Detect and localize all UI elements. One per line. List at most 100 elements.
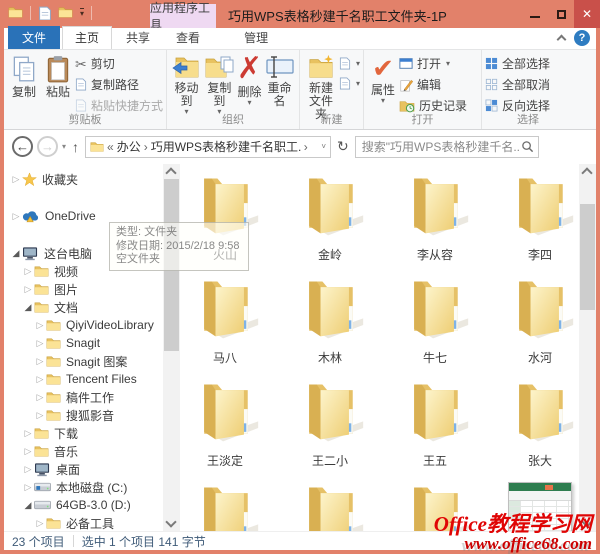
- cut-button[interactable]: ✂ 剪切: [75, 55, 163, 72]
- copy-path-icon: [75, 78, 87, 91]
- collapse-icon[interactable]: ◢: [10, 248, 22, 259]
- edit-button[interactable]: 编辑: [399, 76, 467, 93]
- move-to-button[interactable]: 移动到 ▾: [170, 52, 203, 116]
- back-button[interactable]: ←: [12, 136, 33, 157]
- sidebar-item-favorites[interactable]: ▷ 收藏夹: [4, 170, 163, 188]
- folder-item[interactable]: 张大: [492, 375, 577, 478]
- select-all-button[interactable]: 全部选择: [485, 55, 550, 72]
- sidebar-item-drive-d[interactable]: ◢ 64GB-3.0 (D:): [4, 496, 163, 514]
- folder-item[interactable]: 王五: [387, 375, 483, 478]
- sidebar-item-essential-tools[interactable]: ▷ 必备工具: [4, 514, 163, 531]
- tab-share[interactable]: 共享: [114, 27, 162, 49]
- expand-icon[interactable]: ▷: [34, 518, 46, 529]
- collapse-icon[interactable]: ◢: [22, 302, 34, 313]
- help-icon[interactable]: ?: [574, 30, 590, 46]
- organize-group-label: 组织: [222, 114, 244, 126]
- copy-path-button[interactable]: 复制路径: [75, 76, 163, 93]
- tab-manage[interactable]: 管理: [232, 27, 280, 49]
- sidebar-item-tencent-files[interactable]: ▷ Tencent Files: [4, 370, 163, 388]
- expand-icon[interactable]: ▷: [34, 356, 46, 367]
- chevron-right-icon[interactable]: ›: [304, 140, 308, 154]
- scroll-down-icon[interactable]: [165, 516, 177, 528]
- open-button[interactable]: 打开 ▾: [399, 55, 467, 72]
- breadcrumb-item-office[interactable]: 办公: [117, 138, 141, 155]
- folder-item[interactable]: 李从容: [387, 169, 483, 272]
- maximize-button[interactable]: [548, 0, 574, 28]
- properties-page-icon[interactable]: [38, 6, 51, 20]
- expand-icon[interactable]: ▷: [22, 284, 34, 295]
- sidebar-item-snagit[interactable]: ▷ Snagit: [4, 334, 163, 352]
- qat-dropdown-icon[interactable]: ▾: [80, 7, 85, 18]
- sidebar-item-music[interactable]: ▷ 音乐: [4, 442, 163, 460]
- expand-icon[interactable]: ▷: [34, 410, 46, 421]
- breadcrumb-item-current[interactable]: 巧用WPS表格秒建千名职工...: [151, 138, 301, 155]
- folder-icon[interactable]: [8, 5, 23, 20]
- tab-view[interactable]: 查看: [164, 27, 212, 49]
- expand-icon[interactable]: ▷: [22, 464, 34, 475]
- tab-file[interactable]: 文件: [8, 26, 61, 49]
- expand-icon[interactable]: ▷: [22, 266, 34, 277]
- minimize-button[interactable]: [522, 0, 548, 28]
- easy-access-button[interactable]: ▾: [339, 77, 360, 90]
- breadcrumb[interactable]: « 办公 › 巧用WPS表格秒建千名职工... › ˅: [85, 135, 332, 158]
- collapse-icon[interactable]: ◢: [22, 500, 34, 511]
- sidebar-item-local-disk-c[interactable]: ▷ 本地磁盘 (C:): [4, 478, 163, 496]
- up-button[interactable]: ↑: [72, 139, 79, 155]
- forward-button[interactable]: →: [37, 136, 58, 157]
- folder-item[interactable]: [177, 478, 273, 531]
- close-button[interactable]: ✕: [574, 0, 600, 28]
- expand-icon[interactable]: ▷: [10, 174, 22, 185]
- expand-icon[interactable]: ▷: [34, 374, 46, 385]
- search-box[interactable]: 搜索"巧用WPS表格秒建千名...: [354, 135, 539, 158]
- properties-button[interactable]: ✔ 属性 ▾: [367, 52, 399, 105]
- expand-icon[interactable]: ▷: [10, 211, 22, 222]
- expand-icon[interactable]: ▷: [34, 338, 46, 349]
- folder-item[interactable]: 水河: [492, 272, 577, 375]
- folder-item[interactable]: 马八: [177, 272, 273, 375]
- folder-item[interactable]: 牛七: [387, 272, 483, 375]
- collapse-ribbon-icon[interactable]: [556, 34, 567, 45]
- scroll-up-icon[interactable]: [581, 167, 593, 179]
- rename-button[interactable]: 重命名: [263, 52, 296, 108]
- paste-button[interactable]: 粘贴: [41, 52, 75, 99]
- context-tab-application-tools[interactable]: 应用程序工具: [150, 1, 216, 32]
- copy-label: 复制: [11, 85, 36, 99]
- folder-item[interactable]: [282, 478, 378, 531]
- address-dropdown-icon[interactable]: ˅: [321, 142, 328, 151]
- move-to-icon: [171, 54, 201, 80]
- folder-item[interactable]: 木林: [282, 272, 378, 375]
- folder-item[interactable]: 金岭: [282, 169, 378, 272]
- sidebar-item-downloads[interactable]: ▷ 下载: [4, 424, 163, 442]
- folder-item[interactable]: 王淡定: [177, 375, 273, 478]
- expand-icon[interactable]: ▷: [34, 392, 46, 403]
- expand-icon[interactable]: ▷: [34, 320, 46, 331]
- sidebar-item-qiyivideolibrary[interactable]: ▷ QiyiVideoLibrary: [4, 316, 163, 334]
- new-item-button[interactable]: ▾: [339, 57, 360, 70]
- sidebar-item-manuscript-work[interactable]: ▷ 稿件工作: [4, 388, 163, 406]
- sidebar-item-desktop[interactable]: ▷ 桌面: [4, 460, 163, 478]
- copy-to-button[interactable]: 复制到 ▾: [203, 52, 236, 116]
- copy-button[interactable]: 复制: [7, 52, 41, 99]
- sidebar-item-documents[interactable]: ◢ 文档: [4, 298, 163, 316]
- recent-locations-icon[interactable]: ▾: [62, 142, 66, 151]
- expand-icon[interactable]: ▷: [22, 482, 34, 493]
- expand-icon[interactable]: ▷: [22, 446, 34, 457]
- scroll-up-icon[interactable]: [165, 167, 177, 179]
- chevron-right-icon[interactable]: ›: [144, 140, 148, 154]
- expand-icon[interactable]: ▷: [22, 428, 34, 439]
- scrollbar-thumb[interactable]: [580, 204, 595, 310]
- folder-item[interactable]: 李四: [492, 169, 577, 272]
- main-scrollbar[interactable]: [579, 164, 596, 531]
- sidebar-item-sohu-video[interactable]: ▷ 搜狐影音: [4, 406, 163, 424]
- delete-button[interactable]: ✗ 删除 ▾: [236, 52, 263, 107]
- folder-icon[interactable]: [58, 5, 73, 20]
- search-icon[interactable]: [521, 140, 534, 153]
- refresh-icon[interactable]: ↻: [337, 138, 349, 155]
- select-none-button[interactable]: 全部取消: [485, 76, 550, 93]
- folder-icon: [294, 272, 366, 344]
- sidebar-item-snagit-patterns[interactable]: ▷ Snagit 图案: [4, 352, 163, 370]
- search-input[interactable]: 搜索"巧用WPS表格秒建千名...: [362, 138, 521, 155]
- tab-home[interactable]: 主页: [62, 26, 113, 49]
- sidebar-item-pictures[interactable]: ▷ 图片: [4, 280, 163, 298]
- folder-item[interactable]: 王二小: [282, 375, 378, 478]
